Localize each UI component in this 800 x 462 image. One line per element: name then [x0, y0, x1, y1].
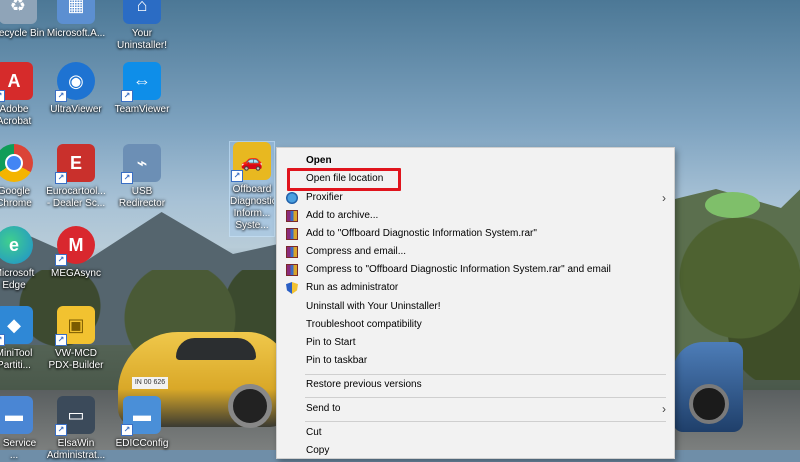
car-window: [176, 338, 256, 360]
menu-item-label: Proxifier: [306, 192, 343, 203]
ultraviewer-icon: ◉ ↗: [55, 62, 95, 102]
desktop-icon-ediconfig[interactable]: ▬ ↗ EDICConfig: [102, 396, 182, 450]
desktop-icon-label: TeamViewer: [114, 104, 170, 115]
menu-item-run-as-administrator[interactable]: Run as administrator: [277, 279, 674, 297]
car-diagnostic-icon: 🚗 ↗: [231, 142, 271, 182]
car-license-plate: IN 00 626: [132, 377, 168, 389]
winrar-icon: [286, 264, 298, 276]
menu-item-label: Add to "Offboard Diagnostic Information …: [306, 228, 537, 239]
menu-item-pin-to-start[interactable]: Pin to Start: [277, 334, 674, 352]
menu-item-proxifier[interactable]: Proxifier ›: [277, 189, 674, 207]
menu-item-compress-to-rar-and-email[interactable]: Compress to "Offboard Diagnostic Informa…: [277, 261, 674, 279]
open-file-location-highlight: [287, 168, 401, 191]
menu-item-label: Add to archive...: [306, 210, 379, 221]
desktop-icon-label: MEGAsync: [50, 268, 101, 279]
microsoft-app-icon: ▦: [57, 0, 95, 24]
menu-item-add-to-rar[interactable]: Add to "Offboard Diagnostic Information …: [277, 225, 674, 243]
recycle-bin-icon: ♻: [0, 0, 37, 24]
chevron-right-icon: ›: [662, 191, 666, 205]
car-wheel: [228, 384, 272, 428]
service-icon: ▬: [0, 396, 33, 434]
menu-item-label: Uninstall with Your Uninstaller!: [306, 301, 441, 312]
desktop-icon-label: VW-MCD PDX-Builder: [48, 348, 104, 371]
menu-item-add-to-archive[interactable]: Add to archive...: [277, 207, 674, 225]
computer-icon: ▭ ↗: [55, 396, 95, 436]
desktop-icon-your-uninstaller[interactable]: ⌂ Your Uninstaller!: [102, 0, 182, 52]
winrar-icon: [286, 228, 298, 240]
winrar-icon: [286, 246, 298, 258]
menu-item-uninstall-with-your-uninstaller[interactable]: Uninstall with Your Uninstaller!: [277, 298, 674, 316]
menu-item-label: Send to: [306, 403, 341, 414]
desktop-icon-offboard-diagnostic[interactable]: 🚗 ↗ Offboard Diagnostic Inform... Syste..…: [229, 141, 275, 237]
winrar-icon: [286, 210, 298, 222]
desktop-icon-label: EDICConfig: [115, 438, 169, 449]
chevron-right-icon: ›: [662, 402, 666, 416]
uac-shield-icon: [286, 282, 298, 294]
menu-item-label: Open: [306, 155, 332, 166]
desktop-icon-label: Your Uninstaller!: [116, 28, 168, 51]
desktop-icon-teamviewer[interactable]: ⇔ ↗ TeamViewer: [102, 62, 182, 116]
menu-item-compress-and-email[interactable]: Compress and email...: [277, 243, 674, 261]
minitool-icon: ◆↗: [0, 306, 33, 346]
menu-item-label: Run as administrator: [306, 282, 399, 293]
menu-separator: [305, 421, 666, 422]
menu-separator: [305, 374, 666, 375]
menu-item-label: Restore previous versions: [306, 379, 422, 390]
uninstaller-icon: ⌂: [123, 0, 161, 24]
desktop-icon-vw-mcd-pdx-builder[interactable]: ▣ ↗ VW-MCD PDX-Builder: [36, 306, 116, 372]
chrome-icon: [0, 144, 33, 182]
menu-item-label: Compress to "Offboard Diagnostic Informa…: [306, 264, 611, 275]
menu-item-label: Pin to Start: [306, 337, 356, 348]
wallpaper-blue-car: [673, 342, 743, 432]
edge-icon: e: [0, 226, 33, 264]
menu-item-copy[interactable]: Copy: [277, 442, 674, 460]
menu-item-restore-previous-versions[interactable]: Restore previous versions: [277, 376, 674, 394]
menu-item-label: Cut: [306, 427, 322, 438]
teamviewer-icon: ⇔ ↗: [121, 62, 161, 102]
mega-icon: M ↗: [55, 226, 95, 266]
wallpaper-green-blob: [705, 192, 760, 218]
menu-item-label: Pin to taskbar: [306, 355, 368, 366]
adobe-acrobat-icon: A↗: [0, 62, 33, 102]
menu-item-label: Troubleshoot compatibility: [306, 319, 422, 330]
menu-item-send-to[interactable]: Send to ›: [277, 400, 674, 418]
menu-item-label: Copy: [306, 445, 330, 456]
menu-item-pin-to-taskbar[interactable]: Pin to taskbar: [277, 352, 674, 370]
menu-item-label: Compress and email...: [306, 246, 407, 257]
usb-icon: ⌁ ↗: [121, 144, 161, 184]
package-icon: ▣ ↗: [55, 306, 95, 346]
desktop-icon-megasync[interactable]: M ↗ MEGAsync: [36, 226, 116, 280]
context-menu: Open Open file location Proxifier › Add …: [276, 147, 675, 459]
menu-separator: [305, 397, 666, 398]
eurocartool-icon: E ↗: [55, 144, 95, 184]
car-wheel: [689, 384, 729, 424]
proxifier-icon: [286, 192, 298, 204]
desktop-icon-usb-redirector[interactable]: ⌁ ↗ USB Redirector: [102, 144, 182, 210]
menu-item-cut[interactable]: Cut: [277, 424, 674, 442]
menu-item-troubleshoot-compatibility[interactable]: Troubleshoot compatibility: [277, 316, 674, 334]
desktop-icon-label: USB Redirector: [118, 186, 166, 209]
ediconfig-icon: ▬ ↗: [121, 396, 161, 436]
desktop-icon-label: Offboard Diagnostic Inform... Syste...: [230, 184, 274, 231]
